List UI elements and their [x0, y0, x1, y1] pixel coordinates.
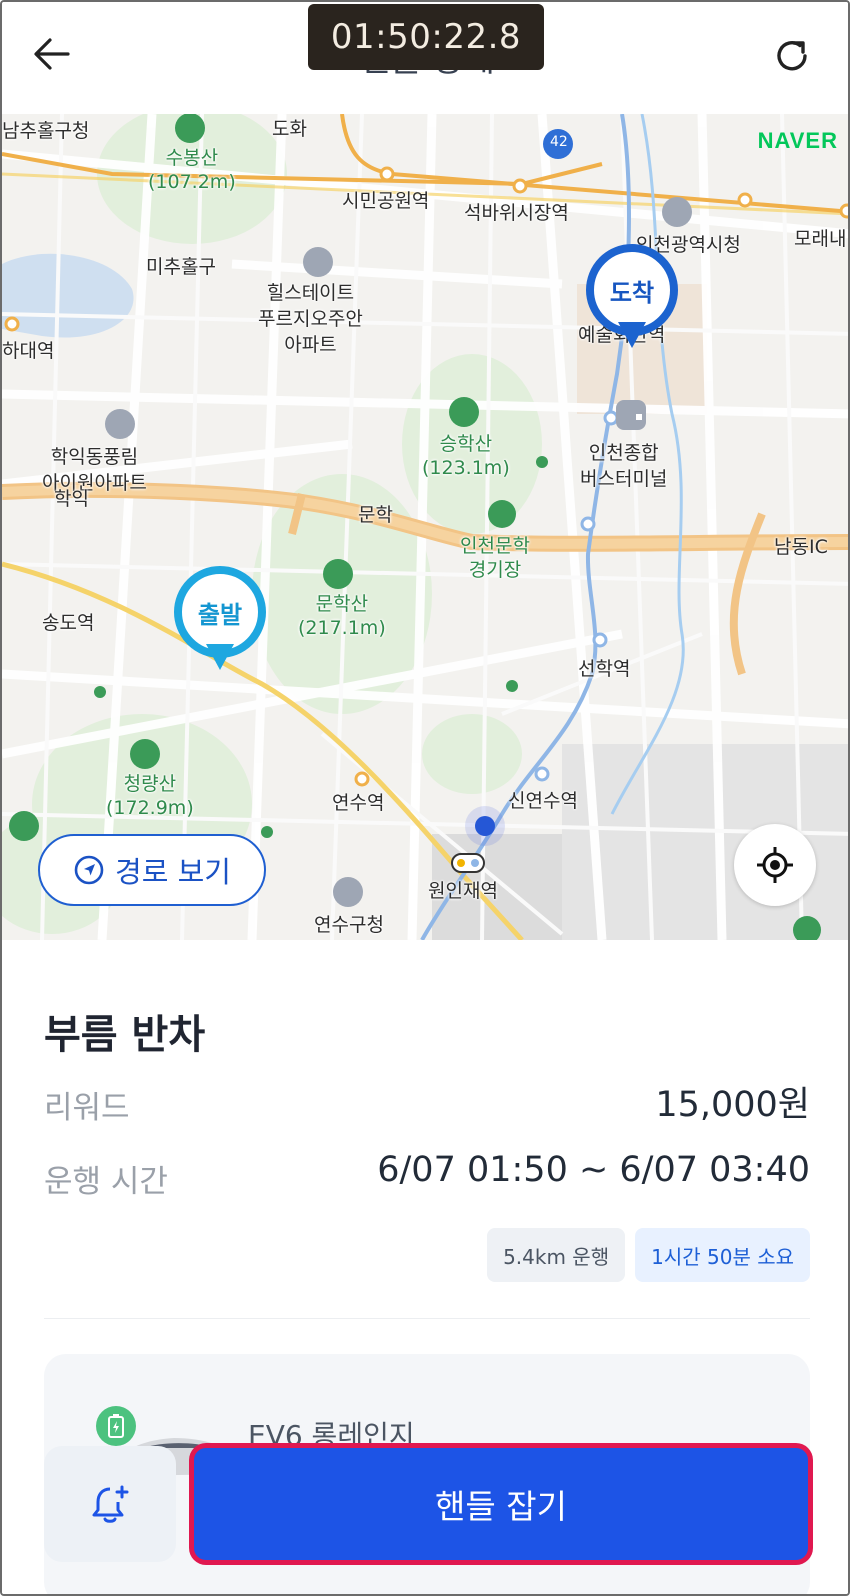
my-location-button[interactable]: [734, 824, 816, 906]
current-location-dot: [465, 806, 505, 846]
map-label: 미추홀구: [146, 256, 216, 278]
map-label: 신연수역: [508, 790, 578, 812]
bell-plus-icon: [92, 1485, 129, 1523]
map-label: 석바위시장역: [464, 202, 569, 224]
map-label: 도화: [272, 118, 307, 140]
map-label: 하대역: [2, 340, 55, 362]
refresh-button[interactable]: [768, 32, 816, 80]
map-label: 모래내: [794, 228, 847, 250]
map-label: 남추홀구청: [2, 120, 90, 142]
map-label: 인천종합 버스터미널: [580, 442, 668, 490]
map-label: 시민공원역: [342, 190, 430, 212]
map-label: 승학산 (123.1m): [422, 433, 510, 479]
bottom-action-bar: 핸들 잡기: [2, 1422, 848, 1594]
add-alarm-button[interactable]: [44, 1446, 176, 1562]
view-route-label: 경로 보기: [115, 855, 231, 889]
map-label: 학익: [54, 488, 89, 510]
start-pin[interactable]: 출발: [174, 566, 266, 682]
divider: [44, 1318, 810, 1319]
map-label: 원인재역: [428, 880, 498, 902]
navigation-icon: [74, 855, 104, 885]
route-badge: 42: [550, 134, 568, 150]
service-title: 부름 반차: [44, 1012, 206, 1058]
drive-time-value: 6/07 01:50 ~ 6/07 03:40: [377, 1150, 810, 1190]
recording-timer: 01:50:22.8: [308, 4, 544, 70]
map-label: 청량산 (172.9m): [106, 773, 194, 819]
map-label: 인천문학 경기장: [460, 535, 530, 581]
map-label: 문학: [358, 504, 393, 526]
end-pin-tip: [618, 322, 646, 348]
end-pin[interactable]: 도착: [586, 244, 678, 360]
grab-handle-button[interactable]: 핸들 잡기: [190, 1444, 812, 1564]
drive-time-label: 운행 시간: [44, 1164, 168, 1200]
app-frame: 핸들 상세 01:50:22.8: [0, 0, 850, 1596]
distance-badge: 5.4km 운행: [487, 1228, 626, 1282]
refresh-icon: [777, 41, 807, 71]
map-label: 송도역: [42, 612, 95, 634]
crosshair-icon: [757, 847, 793, 883]
map-label: 선학역: [578, 658, 631, 680]
header: 핸들 상세 01:50:22.8: [2, 2, 848, 114]
naver-logo: NAVER: [757, 128, 838, 153]
duration-badge: 1시간 50분 소요: [635, 1228, 810, 1282]
map-label: 힐스테이트 푸르지오주안 아파트: [258, 282, 363, 356]
map-label: 연수구청: [314, 914, 384, 936]
view-route-button[interactable]: 경로 보기: [38, 834, 266, 906]
trip-badges: 5.4km 운행 1시간 50분 소요: [487, 1228, 810, 1282]
map-label: 연수역: [332, 792, 385, 814]
map-label: 남동IC: [774, 536, 828, 558]
reward-label: 리워드: [44, 1090, 130, 1126]
route-map[interactable]: NAVER 남추홀구청 도화 수봉산 (107.2m) 42 시민공원역 석바위시…: [2, 114, 848, 940]
reward-value: 15,000원: [655, 1085, 810, 1125]
start-pin-tip: [206, 644, 234, 670]
map-label: 문학산 (217.1m): [298, 593, 386, 639]
map-label: 수봉산 (107.2m): [148, 147, 236, 193]
